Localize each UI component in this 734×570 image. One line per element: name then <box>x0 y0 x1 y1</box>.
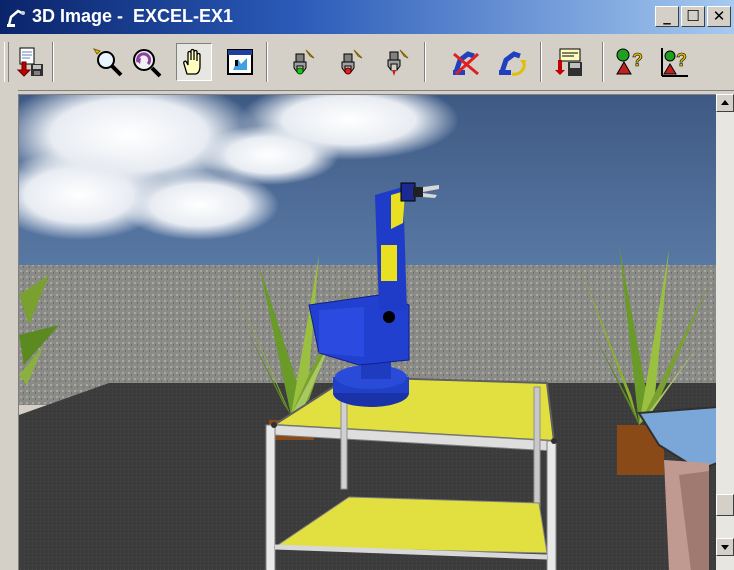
fit-window-icon <box>227 49 253 75</box>
chart-question-icon: ? <box>661 48 688 77</box>
toolbar-separator <box>52 42 54 82</box>
close-button[interactable]: ✕ <box>707 6 731 27</box>
3d-scene[interactable] <box>19 95 716 570</box>
robot-cancel-button[interactable] <box>448 43 484 81</box>
gripper-green-icon <box>293 49 315 75</box>
gripper-red-button[interactable] <box>332 43 368 81</box>
window-title: 3D Image - EXCEL-EX1 <box>32 6 234 26</box>
query-chart-button[interactable]: ? <box>656 43 692 81</box>
toolbar-separator <box>602 42 604 82</box>
maximize-button[interactable]: ☐ <box>681 6 705 27</box>
scroll-down-button[interactable] <box>716 538 734 556</box>
arrow-up-icon <box>721 100 729 105</box>
zoom-button[interactable] <box>90 43 126 81</box>
gripper-green-button[interactable] <box>284 43 320 81</box>
title-bar[interactable]: 3D Image - EXCEL-EX1 _ ☐ ✕ <box>0 0 734 34</box>
robot-cancel-icon <box>453 51 480 76</box>
toolbar-grip[interactable] <box>4 42 9 82</box>
gripper-down-icon <box>387 49 409 76</box>
svg-text:?: ? <box>676 50 687 70</box>
minimize-button[interactable]: _ <box>655 6 679 27</box>
arrow-down-icon <box>721 545 729 550</box>
app-window: 3D Image - EXCEL-EX1 _ ☐ ✕ ? ? <box>0 0 734 570</box>
robot-arm-app-icon <box>7 9 25 27</box>
toolbar-separator <box>424 42 426 82</box>
toolbar-separator <box>266 42 268 82</box>
3d-viewport[interactable] <box>18 94 716 570</box>
gripper-down-button[interactable] <box>378 43 414 81</box>
vertical-scrollbar[interactable] <box>716 94 734 570</box>
svg-text:?: ? <box>632 50 643 70</box>
fit-view-button[interactable] <box>222 43 258 81</box>
pan-hand-button[interactable] <box>176 43 212 81</box>
scroll-thumb[interactable] <box>716 494 734 516</box>
shapes-question-icon: ? <box>616 48 643 75</box>
toolbar: ? ? <box>0 34 734 91</box>
magnifier-icon <box>92 48 123 77</box>
toolbar-separator <box>540 42 542 82</box>
export-disk-icon <box>555 48 582 76</box>
save-image-button[interactable] <box>12 43 48 81</box>
robot-cycle-button[interactable] <box>494 43 530 81</box>
gripper-red-icon <box>341 49 363 75</box>
rotate-view-button[interactable] <box>128 43 164 81</box>
magnifier-rotate-icon <box>133 49 162 78</box>
page-arrow-disk-icon <box>16 47 43 77</box>
query-shapes-button[interactable]: ? <box>612 43 648 81</box>
left-gutter <box>0 90 18 570</box>
hand-icon <box>183 48 201 75</box>
robot-cycle-icon <box>499 51 526 76</box>
export-button[interactable] <box>552 43 588 81</box>
scroll-up-button[interactable] <box>716 94 734 112</box>
